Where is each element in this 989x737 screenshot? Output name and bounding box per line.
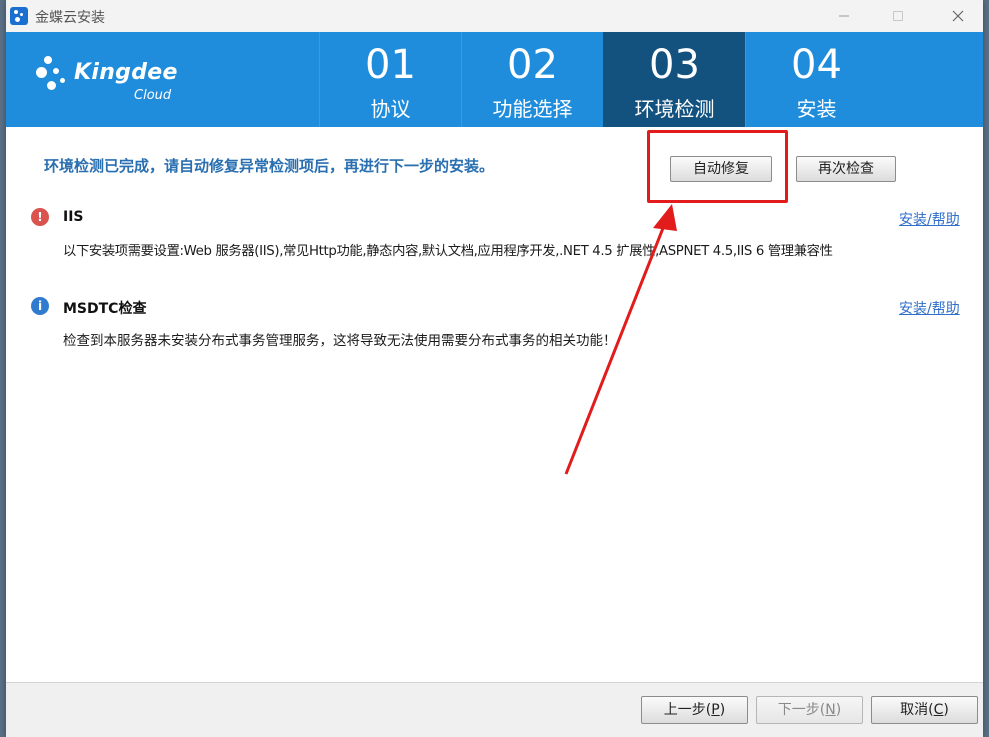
next-label-end: )	[835, 702, 842, 718]
app-icon	[10, 7, 28, 25]
iis-help-link[interactable]: 安装/帮助	[899, 209, 960, 229]
step-03-active: 03 环境检测	[603, 32, 745, 127]
step-04: 04 安装	[745, 32, 887, 127]
error-icon: !	[31, 208, 49, 226]
logo-brand-text: Kingdee	[74, 60, 178, 85]
step-number: 02	[507, 42, 558, 88]
check-complete-message: 环境检测已完成，请自动修复异常检测项后，再进行下一步的安装。	[44, 157, 495, 175]
iis-item-title: IIS	[63, 209, 84, 225]
logo-sub-text: Cloud	[134, 88, 172, 103]
kingdee-logo: Kingdee Cloud	[36, 54, 196, 114]
step-01: 01 协议	[319, 32, 461, 127]
previous-label: 上一步(	[663, 702, 712, 718]
wizard-footer: 上一步(P) 下一步(N) 取消(C)	[6, 682, 983, 737]
window-title: 金蝶云安装	[35, 10, 105, 26]
next-label: 下一步(	[777, 702, 826, 718]
cancel-hotkey: C	[933, 702, 944, 718]
previous-hotkey: P	[711, 702, 720, 718]
next-button[interactable]: 下一步(N)	[756, 696, 863, 724]
installer-window: 金蝶云安装 Kingdee Cloud 01 协议 02 功能选择 03 环境检…	[6, 0, 983, 737]
info-icon: i	[31, 297, 49, 315]
step-number: 03	[649, 42, 700, 88]
maximize-icon	[893, 11, 903, 21]
minimize-icon	[839, 15, 849, 17]
step-number: 01	[365, 42, 416, 88]
cancel-label: 取消(	[900, 702, 934, 718]
maximize-button[interactable]	[875, 0, 921, 32]
recheck-button[interactable]: 再次检查	[796, 156, 896, 182]
step-number: 04	[791, 42, 842, 88]
wizard-header: Kingdee Cloud 01 协议 02 功能选择 03 环境检测 04 安…	[6, 32, 983, 127]
step-label: 协议	[370, 97, 411, 121]
step-label: 环境检测	[634, 97, 715, 121]
annotation-highlight-box	[647, 130, 788, 203]
close-button[interactable]	[935, 0, 981, 32]
step-label: 安装	[796, 97, 837, 121]
next-hotkey: N	[825, 702, 836, 718]
title-bar: 金蝶云安装	[6, 0, 983, 32]
previous-button[interactable]: 上一步(P)	[641, 696, 748, 724]
msdtc-item-title: MSDTC检查	[63, 301, 147, 317]
minimize-button[interactable]	[821, 0, 867, 32]
msdtc-help-link[interactable]: 安装/帮助	[899, 298, 960, 318]
arrow-head-icon	[653, 204, 677, 231]
close-icon	[952, 10, 964, 22]
step-02: 02 功能选择	[461, 32, 603, 127]
iis-item-description: 以下安装项需要设置:Web 服务器(IIS),常见Http功能,静态内容,默认文…	[63, 244, 833, 259]
step-label: 功能选择	[492, 97, 573, 121]
cancel-button[interactable]: 取消(C)	[871, 696, 978, 724]
cancel-label-end: )	[943, 702, 949, 718]
msdtc-item-description: 检查到本服务器未安装分布式事务管理服务，这将导致无法使用需要分布式事务的相关功能…	[63, 333, 617, 349]
previous-label-end: )	[719, 702, 726, 718]
